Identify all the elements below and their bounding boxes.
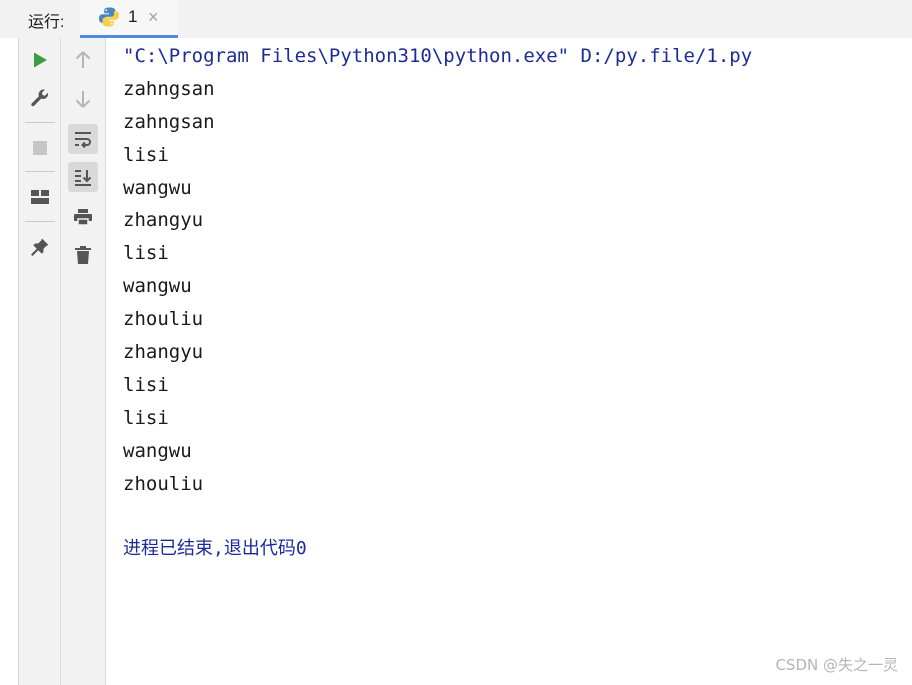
toolbar-separator (25, 221, 55, 222)
stop-button[interactable] (25, 133, 55, 163)
pin-tab-button[interactable] (25, 232, 55, 262)
next-occurrence-button[interactable] (68, 84, 98, 114)
wrench-icon (31, 89, 49, 107)
watermark: CSDN @失之一灵 (775, 656, 898, 674)
scroll-to-end-icon (75, 170, 92, 186)
layout-button[interactable] (25, 182, 55, 212)
tab-1[interactable]: 1 × (80, 0, 178, 38)
console-line: lisi (123, 242, 169, 265)
scroll-to-end-button[interactable] (68, 162, 98, 192)
trash-icon (75, 246, 91, 264)
console-line: wangwu (123, 275, 192, 298)
python-icon (99, 7, 119, 27)
console-line: zahngsan (123, 77, 215, 100)
console-line: zhouliu (123, 472, 204, 495)
soft-wrap-icon (75, 132, 91, 148)
run-icon (34, 52, 47, 68)
console-line: zhangyu (123, 209, 204, 232)
console-toolbar (61, 38, 106, 685)
stop-icon (33, 141, 47, 155)
pin-icon (31, 238, 49, 256)
console-line: lisi (123, 406, 169, 429)
toolbar-separator (25, 171, 55, 172)
run-label: 运行: (28, 14, 65, 31)
console-line: wangwu (123, 439, 192, 462)
console-line: wangwu (123, 176, 192, 199)
process-exit-message: 进程已结束,退出代码0 (123, 538, 307, 560)
run-toolbar (18, 38, 61, 685)
console-output[interactable]: "C:\Program Files\Python310\python.exe" … (123, 42, 903, 642)
close-icon[interactable]: × (148, 7, 159, 27)
layout-icon (31, 190, 49, 204)
run-tool-window-header: 运行: 1 × (0, 0, 912, 38)
console-line: lisi (123, 143, 169, 166)
console-line: zhouliu (123, 308, 204, 331)
console-line: zahngsan (123, 110, 215, 133)
arrow-down-icon (75, 91, 91, 108)
console-line: zhangyu (123, 341, 204, 364)
clear-all-button[interactable] (68, 240, 98, 270)
tab-label: 1 (128, 7, 138, 26)
console-line: lisi (123, 373, 169, 396)
arrow-up-icon (75, 51, 91, 68)
run-button[interactable] (25, 45, 55, 75)
soft-wrap-button[interactable] (68, 124, 98, 154)
previous-occurrence-button[interactable] (68, 45, 98, 75)
toolbar-separator (25, 122, 55, 123)
print-icon (74, 209, 92, 226)
edit-configuration-button[interactable] (25, 83, 55, 113)
console-command-line: "C:\Program Files\Python310\python.exe" … (123, 45, 753, 67)
print-button[interactable] (68, 202, 98, 232)
